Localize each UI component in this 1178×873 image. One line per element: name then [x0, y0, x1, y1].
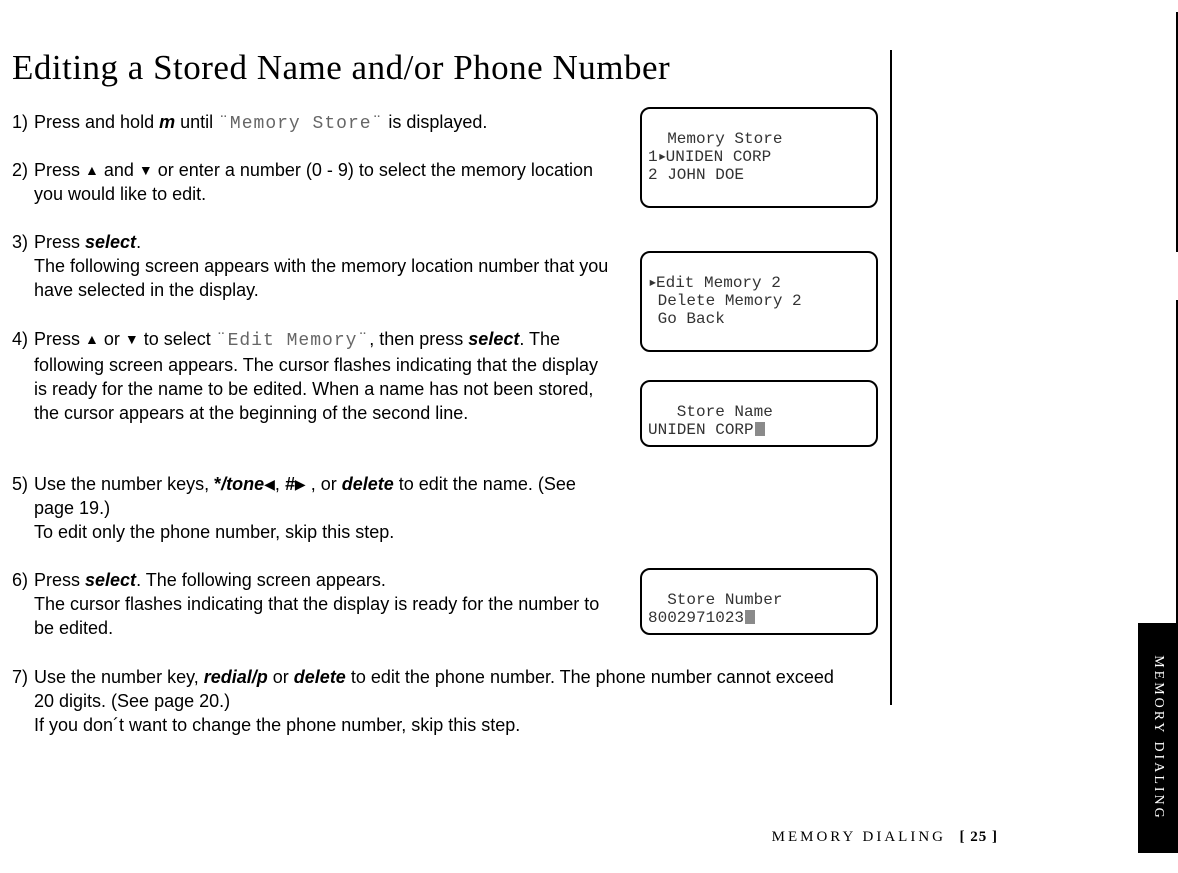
key-delete: delete	[294, 667, 346, 687]
page-title: Editing a Stored Name and/or Phone Numbe…	[12, 48, 670, 88]
column-rule	[890, 50, 892, 705]
down-arrow-icon: ▼	[139, 158, 153, 182]
lcd-line: Memory Store	[648, 130, 782, 148]
key-hash: #	[285, 474, 295, 494]
lcd-line: UNIDEN CORP	[648, 421, 765, 439]
lcd-memory-store: Memory Store 1▸UNIDEN CORP 2 JOHN DOE	[640, 107, 878, 208]
step-5: 5)Use the number keys, */tone ◀, # ▶ , o…	[12, 472, 617, 544]
key-tone: /tone	[221, 474, 264, 494]
lcd-store-number: Store Number 8002971023	[640, 568, 878, 635]
lcd-line: Store Name	[648, 403, 773, 421]
step-1: 1)Press and hold m until ¨Memory Store¨ …	[12, 110, 617, 136]
step-body: Use the number key, redial/p or delete t…	[34, 665, 854, 737]
step-number: 7)	[12, 665, 34, 689]
key-redial-p: redial/p	[204, 667, 268, 687]
section-tab-label: MEMORY DIALING	[1150, 655, 1166, 821]
step-3: 3)Press select.The following screen appe…	[12, 230, 617, 302]
lcd-line: 2 JOHN DOE	[648, 166, 744, 184]
up-arrow-icon: ▲	[85, 158, 99, 182]
lcd-edit-menu: ▸Edit Memory 2 Delete Memory 2 Go Back	[640, 251, 878, 352]
page-number: [ 25 ]	[960, 829, 999, 845]
step-body: Press select.The following screen appear…	[34, 230, 609, 302]
step-number: 2)	[12, 158, 34, 182]
lcd-text-edit-memory: ¨Edit Memory¨	[216, 331, 369, 351]
key-select: select	[85, 232, 136, 252]
lcd-line: ▸Edit Memory 2	[648, 274, 781, 292]
key-select: select	[468, 329, 519, 349]
page: Editing a Stored Name and/or Phone Numbe…	[0, 0, 1178, 873]
step-body: Press select. The following screen appea…	[34, 568, 609, 640]
lcd-line: 1▸UNIDEN CORP	[648, 148, 771, 166]
key-select: select	[85, 570, 136, 590]
lcd-line: Go Back	[648, 310, 725, 328]
lcd-store-name: Store Name UNIDEN CORP	[640, 380, 878, 447]
step-6: 6)Press select. The following screen app…	[12, 568, 617, 640]
step-4: 4)Press ▲ or ▼ to select ¨Edit Memory¨, …	[12, 327, 617, 425]
step-body: Use the number keys, */tone ◀, # ▶ , or …	[34, 472, 609, 544]
step-7: 7)Use the number key, redial/p or delete…	[12, 665, 862, 737]
cursor-icon	[745, 610, 755, 624]
lcd-line: Store Number	[648, 591, 782, 609]
step-number: 6)	[12, 568, 34, 592]
step-body: Press and hold m until ¨Memory Store¨ is…	[34, 110, 609, 136]
lcd-line: Delete Memory 2	[648, 292, 802, 310]
page-footer: MEMORY DIALING [ 25 ] MEMORY DIALING	[0, 813, 1178, 873]
key-m: m	[159, 112, 175, 132]
down-arrow-icon: ▼	[125, 327, 139, 351]
pointer-icon: ▸	[648, 274, 656, 292]
key-delete: delete	[342, 474, 394, 494]
step-number: 1)	[12, 110, 34, 134]
step-2: 2)Press ▲ and ▼ or enter a number (0 - 9…	[12, 158, 617, 206]
lcd-line: 8002971023	[648, 609, 755, 627]
footer-section: MEMORY DIALING [ 25 ]	[772, 829, 998, 846]
section-tab: MEMORY DIALING	[1138, 623, 1178, 853]
cursor-icon	[755, 422, 765, 436]
step-body: Press ▲ and ▼ or enter a number (0 - 9) …	[34, 158, 609, 206]
left-arrow-icon: ◀	[264, 472, 275, 496]
step-number: 3)	[12, 230, 34, 254]
right-arrow-icon: ▶	[295, 472, 306, 496]
up-arrow-icon: ▲	[85, 327, 99, 351]
step-number: 5)	[12, 472, 34, 496]
lcd-text-memory-store: ¨Memory Store¨	[218, 114, 383, 134]
step-number: 4)	[12, 327, 34, 351]
step-body: Press ▲ or ▼ to select ¨Edit Memory¨, th…	[34, 327, 609, 425]
pointer-icon: ▸	[658, 148, 666, 166]
